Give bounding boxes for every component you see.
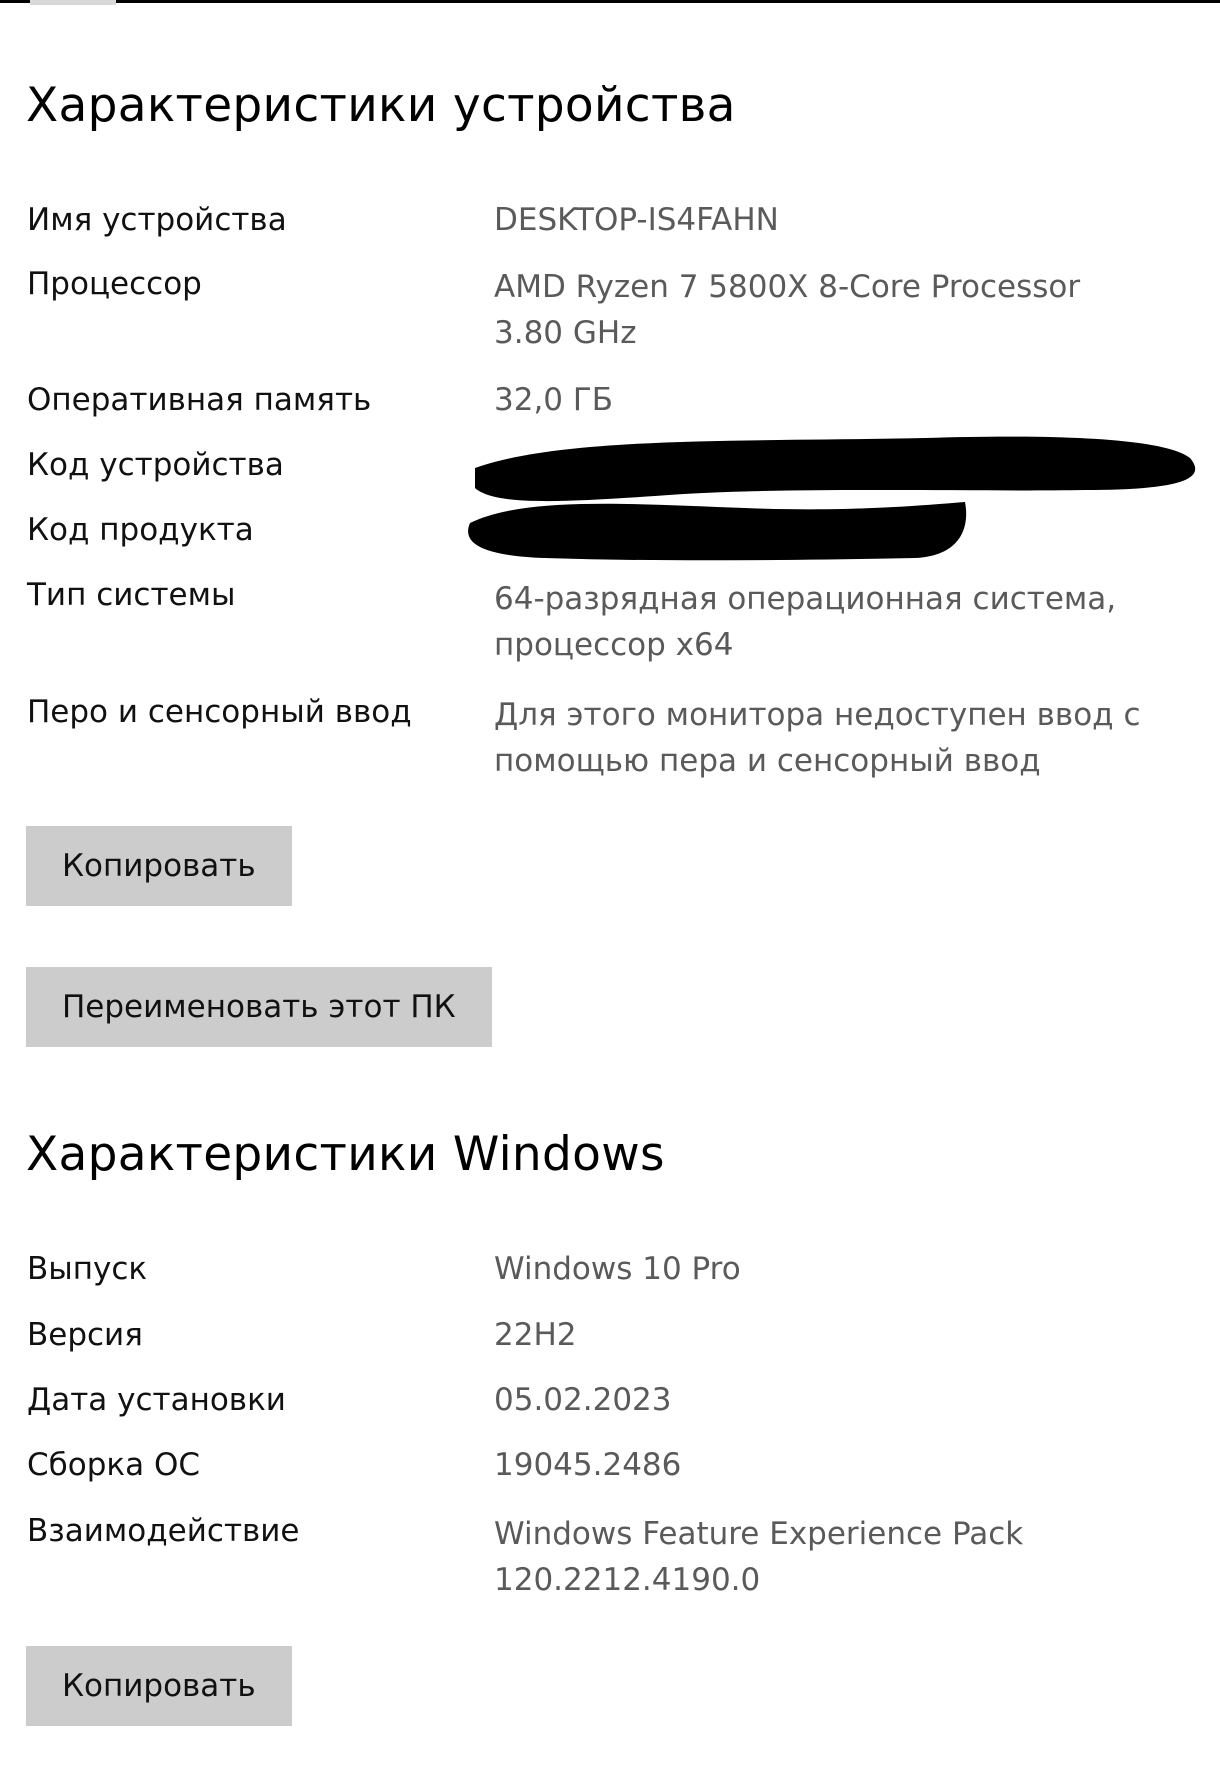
window-top-edge-fragment [30,0,116,5]
os-build-value-line-1: 19045.2486 [494,1447,682,1483]
experience-value-line-2: 120.2212.4190.0 [494,1562,761,1598]
pen-touch-label: Перо и сенсорный ввод [27,694,412,730]
install-date-value: 05.02.2023 [494,1377,1194,1423]
os-build-label: Сборка ОС [27,1447,201,1483]
experience-label: Взаимодействие [27,1513,300,1549]
install-date-label: Дата установки [27,1382,286,1418]
window-top-edge [0,0,1220,3]
pen-touch-value-line-1: Для этого монитора недоступен ввод с [494,697,1141,733]
pen-touch-value: Для этого монитора недоступен ввод с пом… [494,692,1194,784]
version-value-line-1: 22H2 [494,1317,577,1353]
redaction-marker-scribble [468,436,1196,561]
processor-label: Процессор [27,266,202,302]
ram-value-line-1: 32,0 ГБ [494,382,614,418]
rename-pc-button[interactable]: Переименовать этот ПК [26,967,492,1047]
device-name-value-line-1: DESKTOP-IS4FAHN [494,202,779,238]
system-type-value-line-1: 64-разрядная операционная система, [494,581,1117,617]
version-label: Версия [27,1317,143,1353]
system-type-value: 64-разрядная операционная система, проце… [494,576,1194,668]
processor-value-line-2: 3.80 GHz [494,315,637,351]
ram-label: Оперативная память [27,382,372,418]
device-name-label: Имя устройства [27,202,287,238]
edition-value: Windows 10 Pro [494,1246,1194,1292]
install-date-value-line-1: 05.02.2023 [494,1382,672,1418]
copy-windows-specs-button[interactable]: Копировать [26,1646,292,1726]
device-specs-title: Характеристики устройства [26,78,736,133]
edition-value-line-1: Windows 10 Pro [494,1251,741,1287]
product-id-label: Код продукта [27,512,254,548]
experience-value: Windows Feature Experience Pack 120.2212… [494,1511,1194,1603]
os-build-value: 19045.2486 [494,1442,1194,1488]
processor-value-line-1: AMD Ryzen 7 5800X 8-Core Processor [494,269,1081,305]
system-type-label: Тип системы [27,577,236,613]
ram-value: 32,0 ГБ [494,377,1194,423]
version-value: 22H2 [494,1312,1194,1358]
copy-device-specs-button[interactable]: Копировать [26,826,292,906]
pen-touch-value-line-2: помощью пера и сенсорный ввод [494,743,1041,779]
device-name-value: DESKTOP-IS4FAHN [494,197,1194,243]
device-id-label: Код устройства [27,447,284,483]
windows-specs-title: Характеристики Windows [26,1127,665,1182]
experience-value-line-1: Windows Feature Experience Pack [494,1516,1024,1552]
system-type-value-line-2: процессор x64 [494,627,734,663]
processor-value: AMD Ryzen 7 5800X 8-Core Processor 3.80 … [494,264,1194,356]
edition-label: Выпуск [27,1251,148,1287]
